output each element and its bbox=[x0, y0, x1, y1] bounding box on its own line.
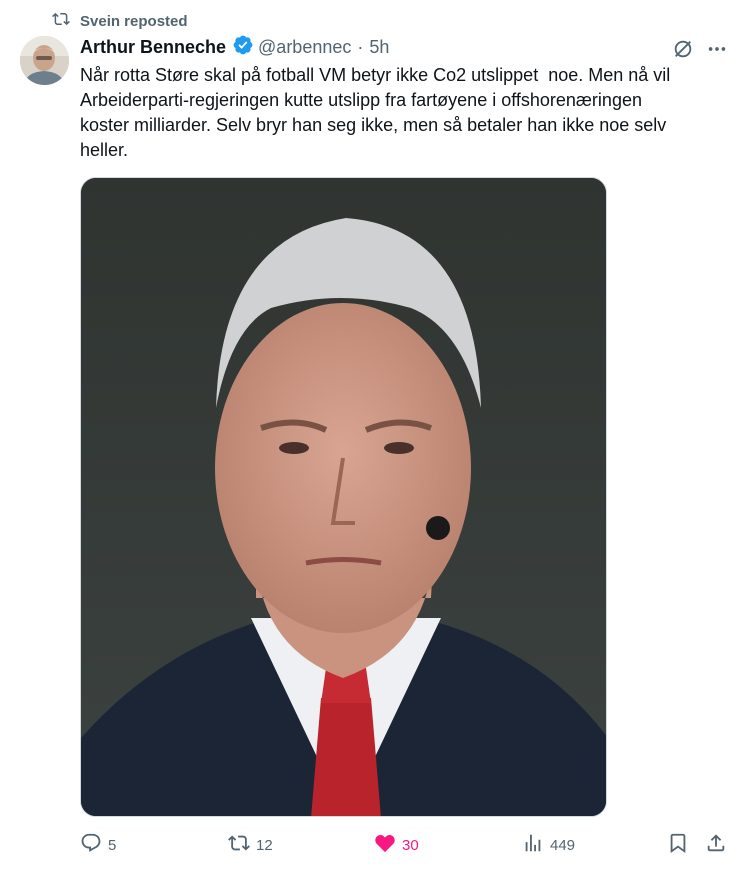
bookmark-button[interactable] bbox=[667, 830, 689, 860]
bookmark-icon bbox=[667, 832, 689, 858]
reply-icon bbox=[80, 832, 102, 858]
tweet-photo[interactable] bbox=[80, 177, 607, 817]
repost-label: Svein reposted bbox=[80, 12, 188, 30]
share-button[interactable] bbox=[705, 830, 727, 860]
views-icon bbox=[522, 832, 544, 858]
tweet-time[interactable]: 5h bbox=[369, 37, 389, 58]
more-options-icon[interactable] bbox=[705, 38, 729, 60]
heart-icon bbox=[374, 832, 396, 858]
action-bar: 5 12 30 449 bbox=[80, 830, 735, 860]
grok-icon[interactable] bbox=[672, 38, 694, 60]
views-button[interactable]: 449 bbox=[522, 830, 575, 860]
avatar[interactable] bbox=[20, 36, 69, 85]
author-handle[interactable]: @arbennec bbox=[258, 37, 351, 58]
repost-banner[interactable]: Svein reposted bbox=[52, 10, 188, 32]
repost-icon bbox=[52, 10, 70, 32]
header-separator: · bbox=[357, 36, 364, 57]
reply-count: 5 bbox=[108, 836, 117, 854]
share-icon bbox=[705, 832, 727, 858]
repost-action-icon bbox=[228, 832, 250, 858]
like-button[interactable]: 30 bbox=[374, 830, 419, 860]
repost-button[interactable]: 12 bbox=[228, 830, 273, 860]
tweet-text: Når rotta Støre skal på fotball VM betyr… bbox=[80, 65, 671, 160]
views-count: 449 bbox=[550, 836, 576, 854]
like-count: 30 bbox=[402, 836, 419, 854]
tweet-header: Arthur Benneche @arbennec · 5h bbox=[80, 34, 389, 61]
repost-count: 12 bbox=[256, 836, 273, 854]
reply-button[interactable]: 5 bbox=[80, 830, 116, 860]
author-name[interactable]: Arthur Benneche bbox=[80, 37, 226, 58]
verified-badge-icon[interactable] bbox=[230, 34, 254, 61]
